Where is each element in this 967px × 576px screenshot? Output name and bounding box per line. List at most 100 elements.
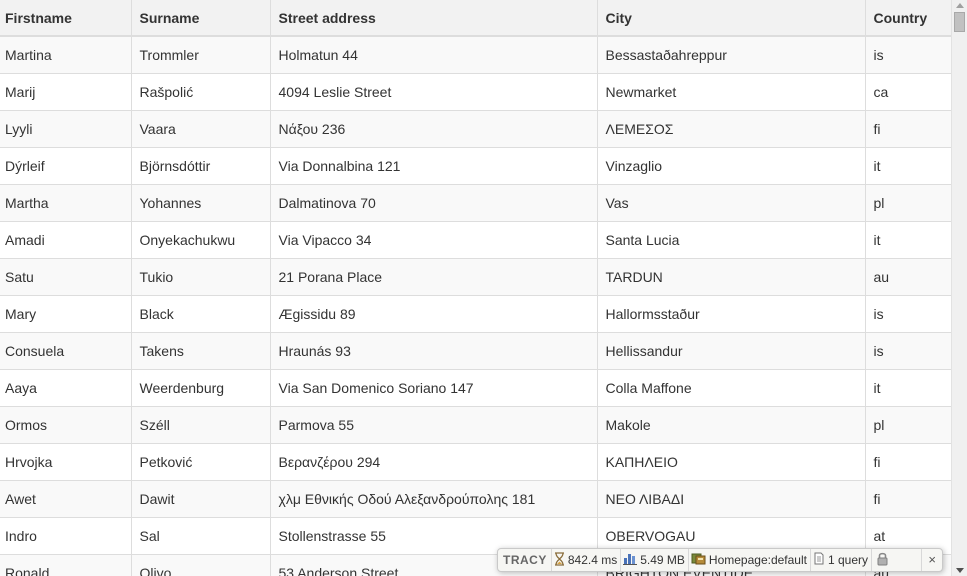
tracy-queries-panel[interactable]: 1 query (809, 549, 871, 571)
scroll-down-arrow-icon[interactable] (956, 568, 964, 573)
tracy-queries-value: 1 query (827, 553, 869, 567)
cell-firstname: Consuela (0, 332, 132, 370)
scroll-up-arrow-icon[interactable] (956, 3, 964, 8)
cell-firstname: Dýrleif (0, 147, 132, 185)
table-header: Firstname Surname Street address City Co… (0, 0, 952, 37)
cell-city: ΛΕΜΕΣΟΣ (597, 110, 866, 148)
cell-city: ΝΕΟ ΛΙΒΑΔΙ (597, 480, 866, 518)
cell-firstname: Marij (0, 73, 132, 111)
page-viewport: Firstname Surname Street address City Co… (0, 0, 967, 576)
table-row[interactable]: Amadi Onyekachukwu Via Vipacco 34 Santa Luc… (0, 221, 952, 259)
cell-city: Bessastaðahreppur (597, 36, 866, 74)
cell-street-address: Parmova 55 (270, 406, 598, 444)
cell-country: is (865, 332, 952, 370)
tracy-logo[interactable]: TRACY (498, 553, 551, 567)
cell-surname: Dawit (131, 480, 271, 518)
table-row[interactable]: Ormos Széll Parmova 55 Makole pl (0, 406, 952, 444)
cell-surname: Tukio (131, 258, 271, 296)
cell-surname: Petković (131, 443, 271, 481)
scrollbar-thumb[interactable] (954, 12, 965, 32)
column-header-surname[interactable]: Surname (131, 0, 271, 37)
cell-surname: Black (131, 295, 271, 333)
cell-street-address: Via San Domenico Soriano 147 (270, 369, 598, 407)
tracy-memory-value: 5.49 MB (640, 553, 685, 567)
cell-firstname: Martina (0, 36, 132, 74)
cell-country: pl (865, 184, 952, 222)
memory-chart-icon (623, 552, 638, 568)
table-row[interactable]: Satu Tukio 21 Porana Place TARDUN au (0, 258, 952, 296)
cell-country: ca (865, 73, 952, 111)
cell-country: pl (865, 406, 952, 444)
cell-surname: Björnsdóttir (131, 147, 271, 185)
table-row[interactable]: Martha Yohannes Dalmatinova 70 Vas pl (0, 184, 952, 222)
cell-country: fi (865, 443, 952, 481)
cell-surname: Yohannes (131, 184, 271, 222)
table-row[interactable]: Mary Black Ægissidu 89 Hallormsstaður is (0, 295, 952, 333)
cell-street-address: Dalmatinova 70 (270, 184, 598, 222)
tracy-memory-panel[interactable]: 5.49 MB (620, 549, 688, 571)
cell-city: Santa Lucia (597, 221, 866, 259)
table-row[interactable]: Aaya Weerdenburg Via San Domenico Soriano … (0, 369, 952, 407)
column-header-city[interactable]: City (597, 0, 866, 37)
cell-country: au (865, 258, 952, 296)
table-row[interactable]: Consuela Takens Hraunás 93 Hellissandur is (0, 332, 952, 370)
cell-surname: Weerdenburg (131, 369, 271, 407)
cell-city: TARDUN (597, 258, 866, 296)
tracy-close-icon[interactable]: × (921, 549, 942, 571)
cell-surname: Takens (131, 332, 271, 370)
table-row[interactable]: Marij Rašpolić 4094 Leslie Street Newmarket… (0, 73, 952, 111)
cell-firstname: Hrvojka (0, 443, 132, 481)
cell-firstname: Ronald (0, 554, 132, 576)
cell-firstname: Awet (0, 480, 132, 518)
table-row[interactable]: Martina Trommler Holmatun 44 Bessastaðahrep… (0, 36, 952, 74)
table-row[interactable]: Awet Dawit χλμ Εθνικής Οδού Αλεξανδρούπολη… (0, 480, 952, 518)
presenter-icon (691, 552, 706, 568)
lock-icon (876, 551, 889, 569)
tracy-presenter-panel[interactable]: Homepage:default (687, 549, 810, 571)
cell-city: Makole (597, 406, 866, 444)
people-table: Firstname Surname Street address City Co… (0, 0, 952, 576)
database-icon (813, 552, 825, 568)
cell-country: it (865, 147, 952, 185)
cell-country: fi (865, 110, 952, 148)
column-header-street-address[interactable]: Street address (270, 0, 598, 37)
column-header-country[interactable]: Country (865, 0, 952, 37)
cell-surname: Széll (131, 406, 271, 444)
cell-city: Vas (597, 184, 866, 222)
table-row[interactable]: Lyyli Vaara Νάξου 236 ΛΕΜΕΣΟΣ fi (0, 110, 952, 148)
cell-city: ΚΑΠΗΛΕΙΟ (597, 443, 866, 481)
tracy-debug-bar[interactable]: TRACY 842.4 ms 5.49 MB Homepage:default … (497, 548, 943, 572)
cell-surname: Trommler (131, 36, 271, 74)
cell-firstname: Satu (0, 258, 132, 296)
table-body: Martina Trommler Holmatun 44 Bessastaðahrep… (0, 36, 952, 576)
cell-country: fi (865, 480, 952, 518)
tracy-presenter-value: Homepage:default (708, 553, 807, 567)
cell-country: is (865, 36, 952, 74)
table-row[interactable]: Hrvojka Petković Βερανζέρου 294 ΚΑΠΗΛΕΙΟ fi (0, 443, 952, 481)
table-header-row: Firstname Surname Street address City Co… (0, 0, 952, 37)
cell-city: Colla Maffone (597, 369, 866, 407)
cell-street-address: Βερανζέρου 294 (270, 443, 598, 481)
cell-city: Hellissandur (597, 332, 866, 370)
cell-surname: Rašpolić (131, 73, 271, 111)
cell-surname: Olivo (131, 554, 271, 576)
cell-firstname: Ormos (0, 406, 132, 444)
cell-country: is (865, 295, 952, 333)
cell-firstname: Amadi (0, 221, 132, 259)
cell-street-address: Holmatun 44 (270, 36, 598, 74)
cell-city: Hallormsstaður (597, 295, 866, 333)
cell-surname: Sal (131, 517, 271, 555)
tracy-time-value: 842.4 ms (567, 553, 618, 567)
tracy-lock-panel[interactable] (871, 549, 893, 571)
cell-street-address: Νάξου 236 (270, 110, 598, 148)
table-row[interactable]: Dýrleif Björnsdóttir Via Donnalbina 121 Vin… (0, 147, 952, 185)
cell-street-address: Hraunás 93 (270, 332, 598, 370)
vertical-scrollbar[interactable] (951, 0, 967, 576)
cell-surname: Vaara (131, 110, 271, 148)
column-header-firstname[interactable]: Firstname (0, 0, 132, 37)
cell-street-address: 21 Porana Place (270, 258, 598, 296)
cell-surname: Onyekachukwu (131, 221, 271, 259)
tracy-time-panel[interactable]: 842.4 ms (550, 549, 620, 571)
cell-country: it (865, 221, 952, 259)
cell-country: it (865, 369, 952, 407)
